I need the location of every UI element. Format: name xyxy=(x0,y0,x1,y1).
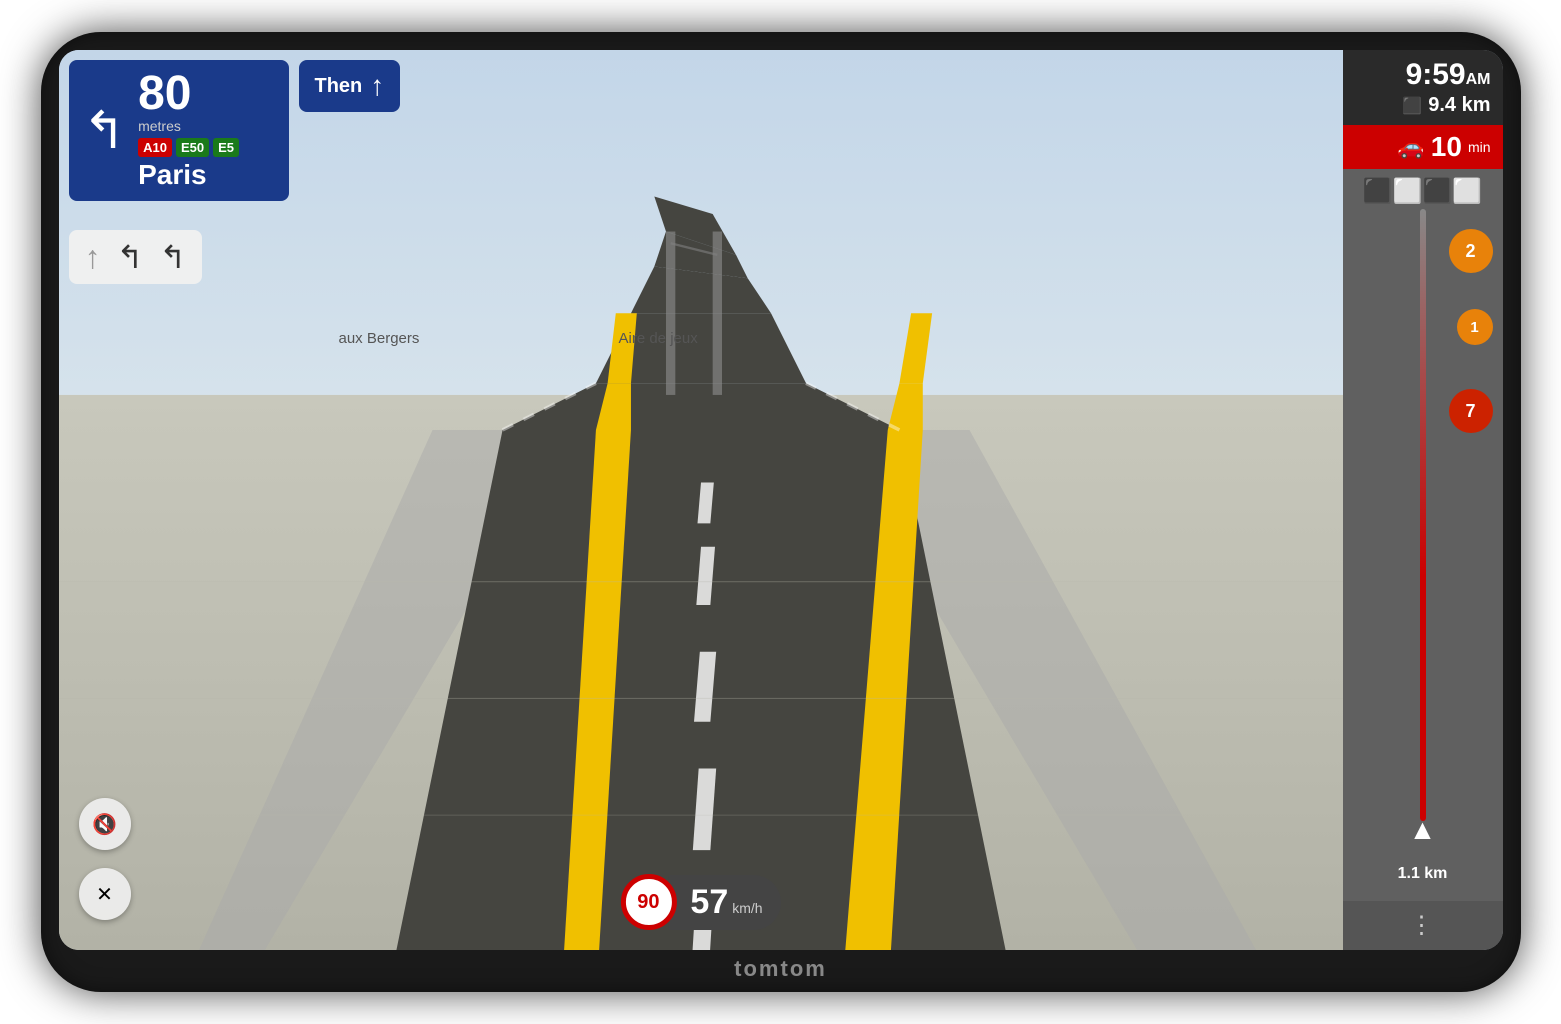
eta-travel-row: 🚗 10 min xyxy=(1343,125,1503,169)
map-label-bergers: aux Bergers xyxy=(339,330,420,347)
main-instruction-panel: ↰ 80 metres A10 E50 E5 Paris xyxy=(69,60,289,201)
traffic-panel: ⬛⬜⬛⬜ 2 1 7 ▲ 1.1 km xyxy=(1343,169,1503,901)
traffic-badge-2: 2 xyxy=(1449,229,1493,273)
traffic-badge-1-value: 1 xyxy=(1470,319,1478,336)
right-sidebar: 9:59AM ⬛ 9.4 km 🚗 10 min ⬛⬜⬛⬜ xyxy=(1343,50,1503,950)
position-distance: 1.1 km xyxy=(1343,865,1503,883)
then-label: Then xyxy=(315,75,363,98)
current-speed-box: 57 km/h xyxy=(668,875,780,930)
more-options-button[interactable]: ⋮ xyxy=(1343,901,1503,950)
eta-travel-unit: min xyxy=(1468,139,1491,155)
mute-button[interactable]: 🔇 xyxy=(79,798,131,850)
current-position-arrow: ▲ xyxy=(1409,814,1437,846)
eta-time: 9:59AM xyxy=(1406,58,1491,91)
then-panel: Then ↑ xyxy=(299,60,401,112)
cancel-icon: ✕ xyxy=(96,882,113,907)
map-label-jeux: Aire de jeux xyxy=(619,330,698,347)
sign-e5: E5 xyxy=(213,138,239,157)
eta-distance-value: 9.4 km xyxy=(1428,94,1490,117)
finish-line-icon: ⬛⬜⬛⬜ xyxy=(1363,177,1483,206)
eta-panel: 9:59AM ⬛ 9.4 km xyxy=(1343,50,1503,125)
gps-device: aux Bergers Aire de jeux ↰ 80 metres A10… xyxy=(41,32,1521,992)
mute-icon: 🔇 xyxy=(92,812,117,837)
lane-arrow-left1: ↰ xyxy=(117,238,144,276)
traffic-badge-7: 7 xyxy=(1449,389,1493,433)
brand-label: tomtom xyxy=(734,956,827,982)
eta-travel-time-value: 10 xyxy=(1431,131,1462,163)
traffic-line xyxy=(1420,209,1426,821)
distance-info: 80 metres A10 E50 E5 Paris xyxy=(138,70,239,191)
road-signs: A10 E50 E5 xyxy=(138,138,239,157)
traffic-badge-2-value: 2 xyxy=(1465,241,1475,262)
distance-number: 80 xyxy=(138,70,239,118)
sign-a10: A10 xyxy=(138,138,172,157)
eta-distance-icon: ⬛ xyxy=(1402,96,1422,116)
turn-arrow-box: ↰ xyxy=(83,105,127,157)
speed-limit-value: 90 xyxy=(637,891,659,914)
speed-limit-sign: 90 xyxy=(620,874,676,930)
device-screen: aux Bergers Aire de jeux ↰ 80 metres A10… xyxy=(59,50,1503,950)
eta-time-value: 9:59 xyxy=(1406,58,1466,91)
eta-distance-row: ⬛ 9.4 km xyxy=(1355,94,1491,117)
traffic-badge-7-value: 7 xyxy=(1465,401,1475,422)
speed-unit: km/h xyxy=(732,900,762,916)
eta-ampm: AM xyxy=(1466,71,1491,88)
map-area[interactable]: aux Bergers Aire de jeux ↰ 80 metres A10… xyxy=(59,50,1343,950)
traffic-badge-1: 1 xyxy=(1457,309,1493,345)
more-options-icon: ⋮ xyxy=(1410,912,1436,939)
then-arrow-icon: ↑ xyxy=(370,70,384,102)
cancel-button[interactable]: ✕ xyxy=(79,868,131,920)
distance-unit: metres xyxy=(138,118,239,134)
speed-display: 90 57 km/h xyxy=(620,874,780,930)
lane-panel: ↑ ↰ ↰ xyxy=(69,230,203,284)
sign-e50: E50 xyxy=(176,138,209,157)
lane-arrow-straight: ↑ xyxy=(85,239,101,276)
destination-name: Paris xyxy=(138,159,239,191)
current-speed-value: 57 xyxy=(690,883,728,922)
turn-arrow-icon: ↰ xyxy=(83,105,127,157)
car-icon: 🚗 xyxy=(1397,134,1424,160)
nav-panels: ↰ 80 metres A10 E50 E5 Paris xyxy=(69,60,401,201)
lane-arrow-left2: ↰ xyxy=(159,238,186,276)
